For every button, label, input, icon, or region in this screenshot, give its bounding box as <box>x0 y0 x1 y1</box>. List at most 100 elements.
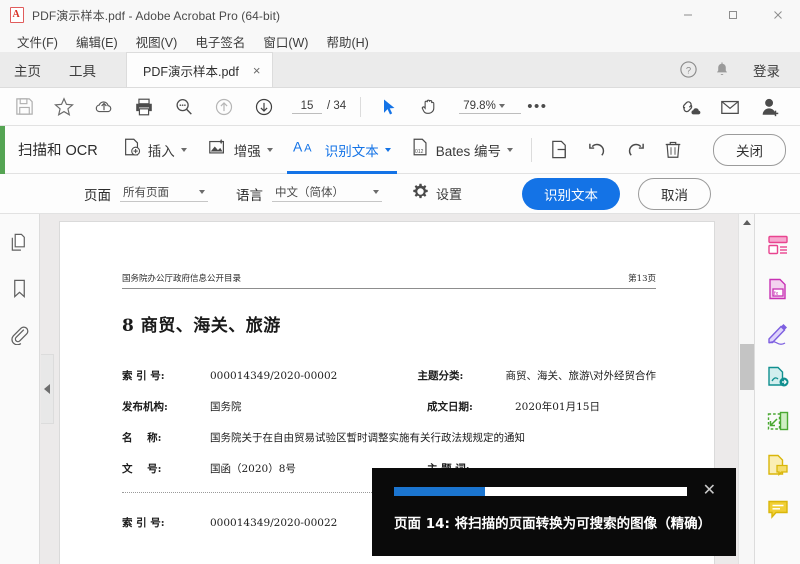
page-crop-icon[interactable] <box>540 126 578 174</box>
document-tab[interactable]: PDF演示样本.pdf × <box>126 52 274 87</box>
maximize-icon[interactable] <box>710 0 755 30</box>
signin-button[interactable]: 登录 <box>739 60 786 80</box>
document-running-head: 国务院办公厅政府信息公开目录 第13页 <box>122 272 656 289</box>
vertical-scroll-thumb[interactable] <box>740 344 754 390</box>
ribbon-bates-numbering[interactable]: 012 Bates 编号 <box>401 126 523 174</box>
close-icon[interactable] <box>755 0 800 30</box>
print-icon[interactable] <box>124 88 164 126</box>
title-bar: A PDF演示样本.pdf - Adobe Acrobat Pro (64-bi… <box>0 0 800 30</box>
svg-text:?: ? <box>685 65 690 76</box>
acrobat-window: A PDF演示样本.pdf - Adobe Acrobat Pro (64-bi… <box>0 0 800 564</box>
pages-select-value: 所有页面 <box>123 187 169 199</box>
zoom-control[interactable]: 79.8% <box>459 99 522 114</box>
stamp-comment-icon[interactable] <box>763 450 793 480</box>
pages-label: 页面 <box>84 187 111 203</box>
share-link-cloud-icon[interactable] <box>670 88 710 126</box>
document-tab-close-icon[interactable]: × <box>253 63 261 78</box>
search-icon[interactable] <box>164 88 204 126</box>
bookmark-icon[interactable] <box>6 274 34 302</box>
page-number-input[interactable]: 15 <box>292 100 322 114</box>
arrow-down-circle-icon[interactable] <box>244 88 284 126</box>
tab-strip: 主页 工具 PDF演示样本.pdf × ? 登录 <box>0 52 800 88</box>
scroll-up-arrow-icon[interactable] <box>739 214 755 230</box>
table-row: 名 称: 国务院关于在自由贸易试验区暫时调整实施有关行政法规规定的通知 <box>122 430 656 445</box>
rotate-left-icon[interactable] <box>578 126 616 174</box>
settings-label: 设置 <box>436 187 463 202</box>
quick-toolbar: 15 / 34 79.8% ••• <box>0 88 800 126</box>
fill-and-sign-icon[interactable] <box>763 318 793 348</box>
star-icon[interactable] <box>44 88 84 126</box>
menu-edit[interactable]: 编辑(E) <box>67 30 127 53</box>
request-signatures-icon[interactable] <box>763 362 793 392</box>
bell-icon[interactable] <box>705 52 739 88</box>
cancel-button[interactable]: 取消 <box>638 177 712 210</box>
table-row: 发布机构: 国务院 成文日期: 2020年01月15日 <box>122 399 656 414</box>
chevron-left-icon <box>44 384 50 394</box>
attachment-paperclip-icon[interactable] <box>6 320 34 348</box>
close-icon[interactable]: ✕ <box>701 483 718 499</box>
upload-cloud-icon[interactable] <box>84 88 124 126</box>
save-icon[interactable] <box>4 88 44 126</box>
minimize-icon[interactable] <box>665 0 710 30</box>
arrow-up-circle-icon[interactable] <box>204 88 244 126</box>
svg-text:A: A <box>293 139 303 155</box>
help-circle-icon[interactable]: ? <box>671 52 705 88</box>
collapse-left-panel-handle[interactable] <box>41 354 54 424</box>
chevron-down-icon[interactable] <box>199 190 205 194</box>
page-plus-icon <box>122 137 142 162</box>
menu-help[interactable]: 帮助(H) <box>317 30 377 53</box>
add-person-icon[interactable] <box>750 88 790 126</box>
organize-pages-icon[interactable] <box>763 406 793 436</box>
menu-window[interactable]: 窗口(W) <box>254 30 317 53</box>
progress-bar-fill <box>394 486 485 496</box>
menu-esign[interactable]: 电子签名 <box>186 30 254 53</box>
ribbon-bates-label: Bates 编号 <box>435 143 502 159</box>
menu-view[interactable]: 视图(V) <box>127 30 187 53</box>
row-value: 国务院 <box>210 401 242 413</box>
chevron-down-icon[interactable] <box>180 147 187 152</box>
envelope-icon[interactable] <box>710 88 750 126</box>
row-key: 主题分类: <box>417 370 464 382</box>
recognize-text-button[interactable]: 识别文本 <box>522 177 621 210</box>
ribbon-enhance-label: 增强 <box>233 143 261 159</box>
pdf-file-icon: A <box>10 7 24 23</box>
language-select[interactable]: 中文（简体） <box>272 185 382 202</box>
row-key: 名 称: <box>122 432 162 444</box>
chevron-down-icon[interactable] <box>507 147 514 152</box>
cursor-arrow-icon[interactable] <box>369 88 409 126</box>
chevron-down-icon[interactable] <box>384 147 391 152</box>
row-key: 索 引 号: <box>122 370 165 382</box>
chevron-down-icon[interactable] <box>499 103 506 108</box>
nav-home[interactable]: 主页 <box>0 52 55 87</box>
zoom-level-value: 79.8% <box>463 99 496 112</box>
close-tool-button[interactable]: 关闭 <box>713 133 786 166</box>
page-thumbnails-icon[interactable] <box>6 228 34 256</box>
zoom-level-select[interactable]: 79.8% <box>459 99 522 114</box>
menu-file[interactable]: 文件(F) <box>8 30 67 53</box>
pages-select[interactable]: 所有页面 <box>120 185 208 202</box>
chevron-down-icon[interactable] <box>266 147 273 152</box>
more-tools-button[interactable]: ••• <box>527 98 547 115</box>
trash-icon[interactable] <box>654 126 692 174</box>
window-title: PDF演示样本.pdf - Adobe Acrobat Pro (64-bit) <box>32 8 281 23</box>
settings-button[interactable]: 设置 <box>412 183 462 205</box>
page-navigator: 15 / 34 <box>292 100 346 114</box>
vertical-scrollbar[interactable] <box>738 214 754 564</box>
ribbon-insert[interactable]: 插入 <box>112 126 197 174</box>
ribbon-recognize-text[interactable]: AA 识别文本 <box>283 126 401 174</box>
create-pdf-icon[interactable] <box>763 230 793 260</box>
row-value: 2020年01月15日 <box>515 401 600 413</box>
chevron-down-icon[interactable] <box>373 190 379 194</box>
rotate-right-icon[interactable] <box>616 126 654 174</box>
ribbon-enhance[interactable]: 增强 <box>197 126 283 174</box>
nav-tools[interactable]: 工具 <box>55 52 110 87</box>
row-key: 成文日期: <box>427 401 473 413</box>
table-row: 索 引 号: 000014349/2020-00002 主题分类: 商贸、海关、… <box>122 368 656 383</box>
ribbon-divider <box>531 137 533 162</box>
ribbon-accent-bar <box>0 126 5 174</box>
comment-icon[interactable] <box>763 494 793 524</box>
export-pdf-icon[interactable]: fx <box>763 274 793 304</box>
left-navigation-rail <box>0 214 40 564</box>
gear-icon <box>412 183 429 205</box>
hand-icon[interactable] <box>409 88 449 126</box>
